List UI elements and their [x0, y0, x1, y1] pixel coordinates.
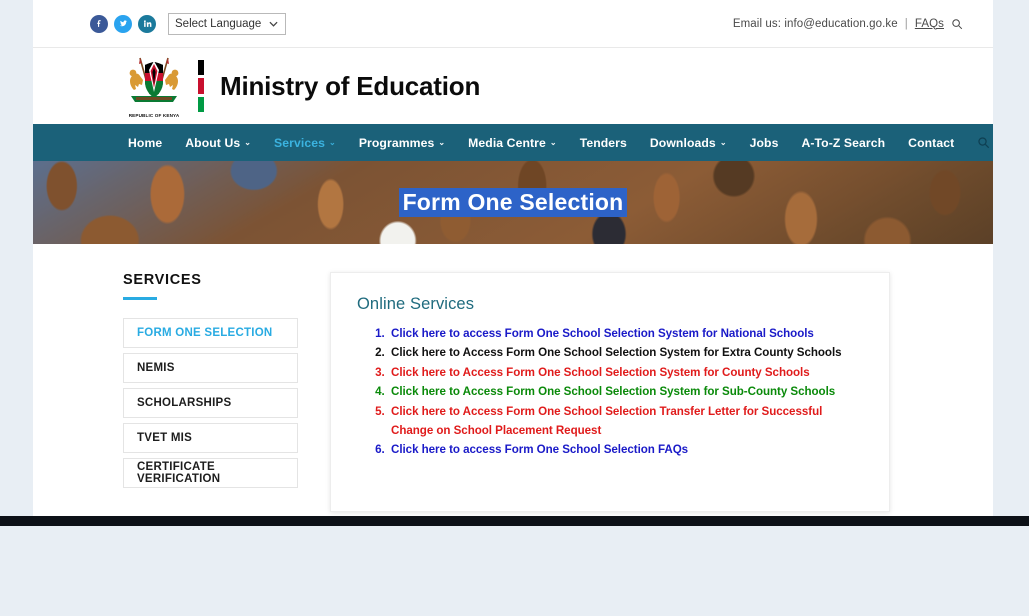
- search-icon[interactable]: [951, 18, 963, 30]
- chevron-down-icon: ⌄: [438, 138, 445, 147]
- sidebar-item-scholarships[interactable]: SCHOLARSHIPS: [123, 388, 298, 418]
- content-area: SERVICES FORM ONE SELECTION NEMIS SCHOLA…: [33, 244, 993, 616]
- nav-label: Home: [128, 136, 162, 150]
- nav-item-home[interactable]: Home: [128, 136, 162, 150]
- list-item[interactable]: Click here to Access Form One School Sel…: [388, 402, 863, 441]
- nav-item-tenders[interactable]: Tenders: [580, 136, 627, 150]
- email-label: Email us: info@education.go.ke: [733, 18, 898, 30]
- list-item[interactable]: Click here to access Form One School Sel…: [388, 440, 863, 459]
- sidebar-item-label: NEMIS: [137, 362, 175, 374]
- topbar-right: Email us: info@education.go.ke | FAQs: [733, 18, 963, 30]
- list-item[interactable]: Click here to Access Form One School Sel…: [388, 382, 863, 401]
- hero-banner: Form One Selection: [33, 161, 993, 244]
- panel-heading: Online Services: [357, 295, 863, 314]
- sidebar-item-form-one-selection[interactable]: FORM ONE SELECTION: [123, 318, 298, 348]
- coat-caption: REPUBLIC OF KENYA: [123, 113, 185, 118]
- language-select[interactable]: Select Language: [168, 13, 286, 35]
- online-services-panel: Online Services Click here to access For…: [330, 272, 890, 512]
- nav-label: Services: [274, 136, 325, 150]
- chevron-down-icon: ⌄: [244, 138, 251, 147]
- online-services-list: Click here to access Form One School Sel…: [357, 324, 863, 460]
- nav-label: Contact: [908, 136, 954, 150]
- nav-item-downloads[interactable]: Downloads ⌄: [650, 136, 727, 150]
- nav-label: Media Centre: [468, 136, 546, 150]
- sidebar-item-nemis[interactable]: NEMIS: [123, 353, 298, 383]
- main-navigation: Home About Us ⌄ Services ⌄ Programmes ⌄ …: [33, 124, 993, 161]
- nav-item-programmes[interactable]: Programmes ⌄: [359, 136, 445, 150]
- nav-label: About Us: [185, 136, 240, 150]
- nav-item-media-centre[interactable]: Media Centre ⌄: [468, 136, 557, 150]
- chevron-down-icon: ⌄: [720, 138, 727, 147]
- nav-label: Programmes: [359, 136, 435, 150]
- sidebar-item-label: FORM ONE SELECTION: [137, 327, 272, 339]
- sidebar-item-label: CERTIFICATE VERIFICATION: [137, 461, 297, 485]
- nav-item-a-to-z-search[interactable]: A-To-Z Search: [801, 136, 885, 150]
- site-title: Ministry of Education: [220, 71, 480, 102]
- chevron-down-icon: ⌄: [329, 138, 336, 147]
- service-link[interactable]: Click here to Access Form One School Sel…: [391, 346, 842, 359]
- sidebar-item-label: SCHOLARSHIPS: [137, 397, 231, 409]
- footer-strip: [0, 516, 1029, 526]
- sidebar-accent-rule: [123, 297, 157, 300]
- twitter-icon[interactable]: [114, 15, 132, 33]
- services-sidebar: SERVICES FORM ONE SELECTION NEMIS SCHOLA…: [33, 272, 298, 616]
- nav-search-icon[interactable]: [977, 136, 990, 149]
- chevron-down-icon: ⌄: [550, 138, 557, 147]
- sidebar-item-certificate-verification[interactable]: CERTIFICATE VERIFICATION: [123, 458, 298, 488]
- service-link[interactable]: Click here to access Form One School Sel…: [391, 443, 688, 456]
- site-page: Select Language Email us: info@education…: [33, 0, 993, 526]
- service-link[interactable]: Click here to Access Form One School Sel…: [391, 366, 810, 379]
- service-link[interactable]: Click here to Access Form One School Sel…: [391, 405, 822, 437]
- chevron-down-icon: [269, 18, 278, 30]
- language-select-value: Select Language: [175, 18, 261, 30]
- linkedin-icon[interactable]: [138, 15, 156, 33]
- nav-item-services[interactable]: Services ⌄: [274, 136, 336, 150]
- service-link[interactable]: Click here to access Form One School Sel…: [391, 327, 814, 340]
- list-item[interactable]: Click here to Access Form One School Sel…: [388, 363, 863, 382]
- nav-label: Tenders: [580, 136, 627, 150]
- nav-item-about-us[interactable]: About Us ⌄: [185, 136, 251, 150]
- sidebar-item-label: TVET MIS: [137, 432, 192, 444]
- service-link[interactable]: Click here to Access Form One School Sel…: [391, 385, 835, 398]
- list-item[interactable]: Click here to access Form One School Sel…: [388, 324, 863, 343]
- sidebar-item-tvet-mis[interactable]: TVET MIS: [123, 423, 298, 453]
- hero-title-wrap: Form One Selection: [33, 161, 993, 244]
- nav-item-contact[interactable]: Contact: [908, 136, 954, 150]
- topbar-separator: |: [905, 18, 908, 30]
- facebook-icon[interactable]: [90, 15, 108, 33]
- nav-label: Downloads: [650, 136, 716, 150]
- nav-item-jobs[interactable]: Jobs: [750, 136, 779, 150]
- page-title: Form One Selection: [399, 188, 628, 217]
- social-links: [90, 15, 156, 33]
- sidebar-heading: SERVICES: [123, 272, 298, 288]
- nav-label: Jobs: [750, 136, 779, 150]
- brand-header: REPUBLIC OF KENYA Ministry of Education: [33, 48, 993, 124]
- utility-topbar: Select Language Email us: info@education…: [33, 0, 993, 48]
- flag-divider: [198, 60, 204, 112]
- list-item[interactable]: Click here to Access Form One School Sel…: [388, 343, 863, 362]
- nav-label: A-To-Z Search: [801, 136, 885, 150]
- faqs-link[interactable]: FAQs: [915, 18, 944, 30]
- kenya-coat-of-arms-icon: REPUBLIC OF KENYA: [123, 54, 185, 118]
